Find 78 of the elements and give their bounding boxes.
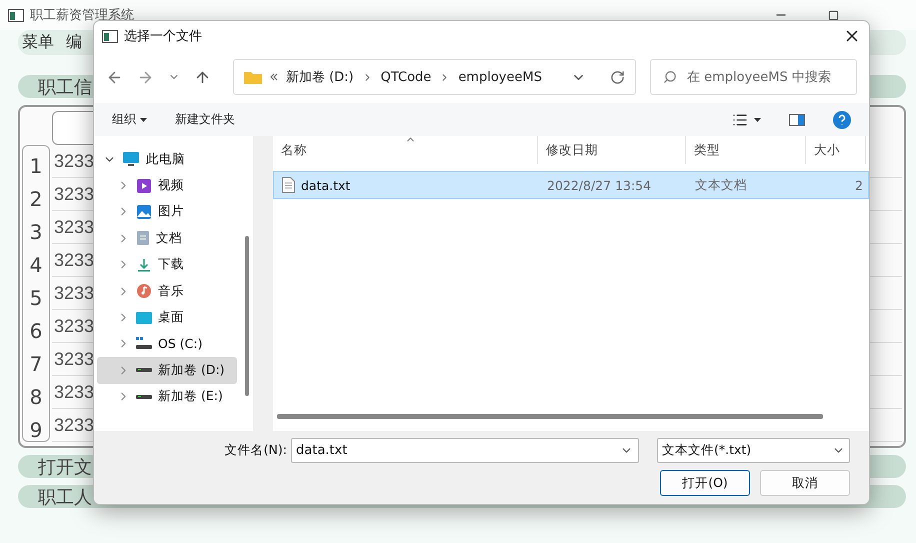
row-number: 4 bbox=[28, 252, 44, 279]
menu-item[interactable]: 编 bbox=[66, 32, 82, 53]
footer-label: 职工人 bbox=[37, 486, 92, 508]
music-icon bbox=[136, 283, 152, 300]
row-number: 3 bbox=[28, 219, 44, 246]
scrollbar[interactable] bbox=[245, 236, 249, 396]
column-header[interactable]: 类型 bbox=[686, 136, 806, 164]
file-type-dropdown[interactable]: 文本文件(*.txt) bbox=[657, 438, 850, 463]
organize-button[interactable]: 组织 bbox=[112, 111, 147, 128]
section-title: 职工信 bbox=[37, 76, 92, 98]
tree-label: 下载 bbox=[158, 256, 184, 274]
tree-label: 新加卷 (D:) bbox=[158, 362, 225, 379]
search-icon bbox=[663, 70, 677, 84]
refresh-button[interactable] bbox=[610, 70, 625, 84]
drive-icon bbox=[136, 367, 152, 374]
drive-icon bbox=[136, 336, 152, 351]
tree-item[interactable]: 新加卷 (E:) bbox=[97, 384, 237, 410]
tree-label: 音乐 bbox=[158, 282, 184, 300]
caret-icon bbox=[140, 118, 147, 122]
filename-label: 文件名(N): bbox=[224, 442, 287, 459]
dialog-title: 选择一个文件 bbox=[124, 28, 203, 45]
file-size: 2 bbox=[855, 178, 863, 192]
path-segment[interactable]: 新加卷 (D:) bbox=[286, 68, 354, 86]
tree-label: 此电脑 bbox=[146, 150, 185, 168]
row-number: 5 bbox=[28, 285, 44, 312]
search-field[interactable]: 在 employeeMS 中搜索 bbox=[650, 59, 857, 95]
footer-label: 打开文 bbox=[37, 456, 92, 478]
tree-item[interactable]: 下载 bbox=[97, 252, 237, 278]
column-header[interactable]: 修改日期 bbox=[538, 136, 686, 164]
scrollbar[interactable] bbox=[277, 414, 823, 419]
column-header[interactable]: 大小 bbox=[806, 136, 866, 164]
view-options-button[interactable] bbox=[732, 112, 761, 128]
dialog-icon bbox=[102, 30, 118, 42]
app-icon bbox=[8, 8, 24, 22]
monitor-icon bbox=[122, 151, 140, 168]
file-row[interactable]: data.txt 2022/8/27 13:54 文本文档 2 bbox=[273, 171, 869, 199]
row-number: 7 bbox=[28, 351, 44, 378]
tree-item[interactable]: 新加卷 (D:) bbox=[97, 357, 237, 384]
path-segment[interactable]: QTCode bbox=[380, 70, 432, 84]
tree-label: 视频 bbox=[158, 177, 184, 194]
address-bar[interactable]: 新加卷 (D:) QTCode employeeMS bbox=[232, 59, 636, 95]
row-number: 8 bbox=[28, 384, 44, 411]
cancel-button[interactable]: 取消 bbox=[760, 470, 850, 496]
window-title: 职工薪资管理系统 bbox=[30, 7, 135, 24]
tree-item[interactable]: 此电脑 bbox=[97, 146, 237, 172]
file-type: 文本文档 bbox=[695, 176, 747, 194]
picture-icon bbox=[136, 204, 152, 220]
column-header[interactable]: 名称 bbox=[273, 136, 538, 164]
list-icon bbox=[732, 112, 748, 128]
help-icon[interactable] bbox=[833, 110, 851, 128]
text-file-icon bbox=[282, 177, 295, 193]
maximize-icon[interactable] bbox=[828, 10, 838, 20]
tree-label: 文档 bbox=[156, 230, 182, 247]
file-name: data.txt bbox=[301, 178, 350, 192]
video-icon bbox=[136, 178, 152, 194]
tree-label: 桌面 bbox=[158, 309, 184, 326]
new-folder-button[interactable]: 新建文件夹 bbox=[175, 111, 235, 128]
row-number: 9 bbox=[28, 417, 44, 444]
caret-icon bbox=[754, 118, 761, 122]
preview-pane-icon[interactable] bbox=[789, 114, 805, 126]
file-date: 2022/8/27 13:54 bbox=[547, 178, 652, 192]
download-icon bbox=[138, 258, 150, 272]
tree-item[interactable]: 音乐 bbox=[97, 278, 237, 304]
open-button[interactable]: 打开(O) bbox=[660, 470, 750, 496]
tree-label: 新加卷 (E:) bbox=[158, 388, 223, 406]
double-chevron-icon bbox=[270, 73, 278, 81]
tree-item[interactable]: 桌面 bbox=[97, 304, 237, 331]
path-segment[interactable]: employeeMS bbox=[458, 70, 542, 84]
document-icon bbox=[136, 230, 150, 246]
row-number: 2 bbox=[28, 186, 44, 213]
filename-field[interactable]: data.txt bbox=[291, 438, 639, 463]
drive-icon bbox=[136, 394, 152, 400]
menu-item[interactable]: 菜单 bbox=[22, 32, 54, 53]
tree-item[interactable]: 文档 bbox=[97, 225, 237, 252]
row-number: 1 bbox=[28, 153, 44, 180]
desktop-icon bbox=[136, 310, 152, 325]
row-number: 6 bbox=[28, 318, 44, 345]
folder-icon bbox=[244, 70, 262, 84]
